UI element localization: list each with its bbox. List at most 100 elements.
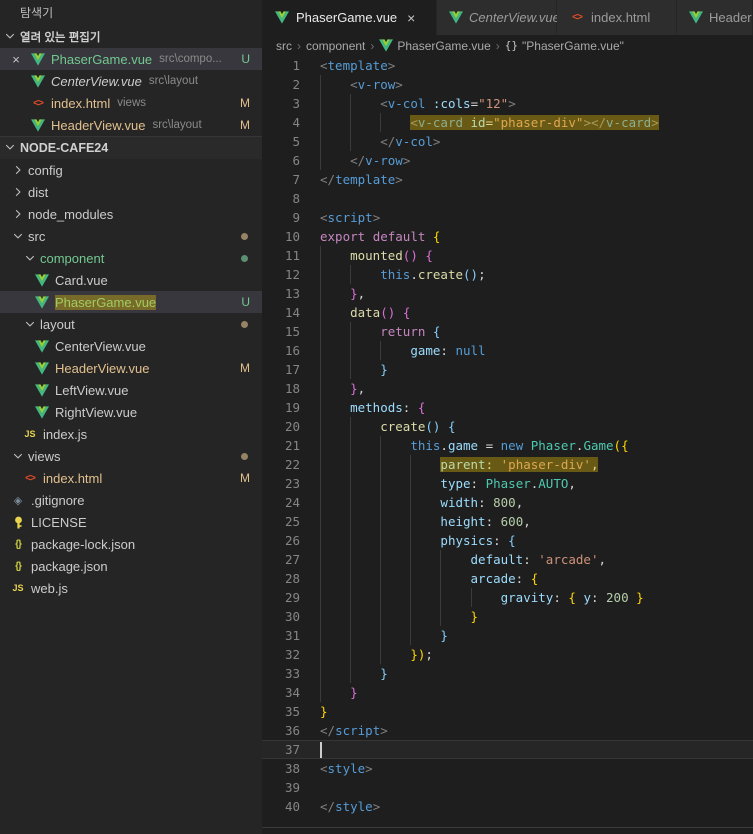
tree-file-rightview-vue[interactable]: RightView.vue [0, 401, 262, 423]
tab-phasergame-vue[interactable]: PhaserGame.vue × [262, 0, 437, 35]
vue-file-icon [30, 51, 46, 67]
code-line-4[interactable]: 4 <v-card id="phaser-div"></v-card> [262, 113, 753, 132]
open-editor-item[interactable]: <> index.html views M [0, 92, 262, 114]
code-line-14[interactable]: 14 data() { [262, 303, 753, 322]
code-token: script [327, 210, 373, 225]
code-line-39[interactable]: 39 [262, 778, 753, 797]
tree-folder-node-modules[interactable]: node_modules [0, 203, 262, 225]
code-line-22[interactable]: 22 parent: 'phaser-div', [262, 455, 753, 474]
tree-file-index-html[interactable]: <> index.html M [0, 467, 262, 489]
breadcrumb[interactable]: src › component › PhaserGame.vue › {} "PhaserGa… [262, 35, 753, 56]
tree-file--gitignore[interactable]: ◈ .gitignore [0, 489, 262, 511]
html-file-icon: <> [25, 472, 36, 484]
tree-folder-layout[interactable]: layout [0, 313, 262, 335]
tree-folder-dist[interactable]: dist [0, 181, 262, 203]
code-line-6[interactable]: 6 </v-row> [262, 151, 753, 170]
code-line-27[interactable]: 27 default: 'arcade', [262, 550, 753, 569]
tab-header[interactable]: Header [677, 0, 753, 35]
code-line-12[interactable]: 12 this.create(); [262, 265, 753, 284]
code-token: null [455, 343, 486, 358]
code-line-36[interactable]: 36 </script> [262, 721, 753, 740]
tree-file-leftview-vue[interactable]: LeftView.vue [0, 379, 262, 401]
breadcrumb-item[interactable]: src [276, 39, 292, 53]
open-editor-item[interactable]: HeaderView.vue src\layout M [0, 114, 262, 136]
code-token: default [470, 552, 524, 567]
open-editor-item[interactable]: CenterView.vue src\layout [0, 70, 262, 92]
highlighted-code-token [493, 457, 501, 472]
code-line-11[interactable]: 11 mounted() { [262, 246, 753, 265]
tree-folder-src[interactable]: src [0, 225, 262, 247]
code-line-10[interactable]: 10 export default { [262, 227, 753, 246]
tree-file-web-js[interactable]: JS web.js [0, 577, 262, 599]
indent-guide [380, 455, 382, 474]
code-line-3[interactable]: 3 <v-col :cols="12"> [262, 94, 753, 113]
code-line-17[interactable]: 17 } [262, 360, 753, 379]
code-line-23[interactable]: 23 type: Phaser.AUTO, [262, 474, 753, 493]
tab-index-html[interactable]: <> index.html [557, 0, 677, 35]
tree-file-card-vue[interactable]: Card.vue [0, 269, 262, 291]
code-line-26[interactable]: 26 physics: { [262, 531, 753, 550]
code-line-21[interactable]: 21 this.game = new Phaser.Game({ [262, 436, 753, 455]
file-name: package.json [31, 558, 108, 574]
code-line-34[interactable]: 34 } [262, 683, 753, 702]
tree-file-package-lock-json[interactable]: {} package-lock.json [0, 533, 262, 555]
code-line-15[interactable]: 15 return { [262, 322, 753, 341]
code-line-25[interactable]: 25 height: 600, [262, 512, 753, 531]
code-line-8[interactable]: 8 [262, 189, 753, 208]
tab-centerview-vue[interactable]: CenterView.vue [437, 0, 560, 35]
html-file-icon: <> [572, 12, 583, 23]
line-number: 19 [284, 400, 300, 415]
breadcrumb-item[interactable]: component [306, 39, 365, 53]
tree-file-package-json[interactable]: {} package.json [0, 555, 262, 577]
file-name: CenterView.vue [51, 73, 142, 89]
tree-file-phasergame-vue[interactable]: PhaserGame.vue U [0, 291, 262, 313]
close-icon[interactable]: × [8, 52, 24, 67]
explorer-sidebar: 탐색기 열려 있는 편집기 × PhaserGame.vue src\compo..… [0, 0, 262, 834]
code-line-16[interactable]: 16 game: null [262, 341, 753, 360]
git-status-badge: M [240, 361, 250, 375]
tree-file-index-js[interactable]: JS index.js [0, 423, 262, 445]
breadcrumb-item[interactable]: PhaserGame.vue [397, 39, 490, 53]
code-editor[interactable]: 1 <template> 2 <v-row> 3 <v-col :cols="12">… [262, 56, 753, 834]
code-line-40[interactable]: 40 </style> [262, 797, 753, 816]
code-line-7[interactable]: 7 </template> [262, 170, 753, 189]
code-line-35[interactable]: 35} [262, 702, 753, 721]
code-line-28[interactable]: 28 arcade: { [262, 569, 753, 588]
tree-file-centerview-vue[interactable]: CenterView.vue [0, 335, 262, 357]
tree-folder-config[interactable]: config [0, 159, 262, 181]
code-line-13[interactable]: 13 }, [262, 284, 753, 303]
code-line-2[interactable]: 2 <v-row> [262, 75, 753, 94]
indent-guide [320, 265, 321, 284]
code-line-33[interactable]: 33 } [262, 664, 753, 683]
code-line-30[interactable]: 30 } [262, 607, 753, 626]
close-icon[interactable]: × [407, 10, 415, 26]
code-line-20[interactable]: 20 create() { [262, 417, 753, 436]
indent-guide [320, 113, 321, 132]
open-editor-item[interactable]: × PhaserGame.vue src\compo... U [0, 48, 262, 70]
open-editors-header[interactable]: 열려 있는 편집기 [0, 26, 262, 48]
code-line-19[interactable]: 19 methods: { [262, 398, 753, 417]
code-line-38[interactable]: 38 <style> [262, 759, 753, 778]
file-name: HeaderView.vue [55, 360, 150, 376]
tree-file-headerview-vue[interactable]: HeaderView.vue M [0, 357, 262, 379]
code-line-37[interactable]: 37 [262, 740, 753, 759]
tree-folder-views[interactable]: views [0, 445, 262, 467]
code-line-5[interactable]: 5 </v-col> [262, 132, 753, 151]
code-line-1[interactable]: 1 <template> [262, 56, 753, 75]
tree-folder-component[interactable]: component [0, 247, 262, 269]
code-token: style [335, 799, 373, 814]
code-line-24[interactable]: 24 width: 800, [262, 493, 753, 512]
code-line-31[interactable]: 31 } [262, 626, 753, 645]
code-line-29[interactable]: 29 gravity: { y: 200 } [262, 588, 753, 607]
tab-label: index.html [591, 10, 651, 25]
code-line-9[interactable]: 9 <script> [262, 208, 753, 227]
file-name: web.js [31, 580, 68, 596]
indent-guide [410, 607, 412, 626]
breadcrumb-item[interactable]: "PhaserGame.vue" [522, 39, 624, 53]
workspace-root-header[interactable]: NODE-CAFE24 [0, 136, 262, 159]
code-line-18[interactable]: 18 }, [262, 379, 753, 398]
tree-file-license[interactable]: LICENSE [0, 511, 262, 533]
code-line-32[interactable]: 32 }); [262, 645, 753, 664]
